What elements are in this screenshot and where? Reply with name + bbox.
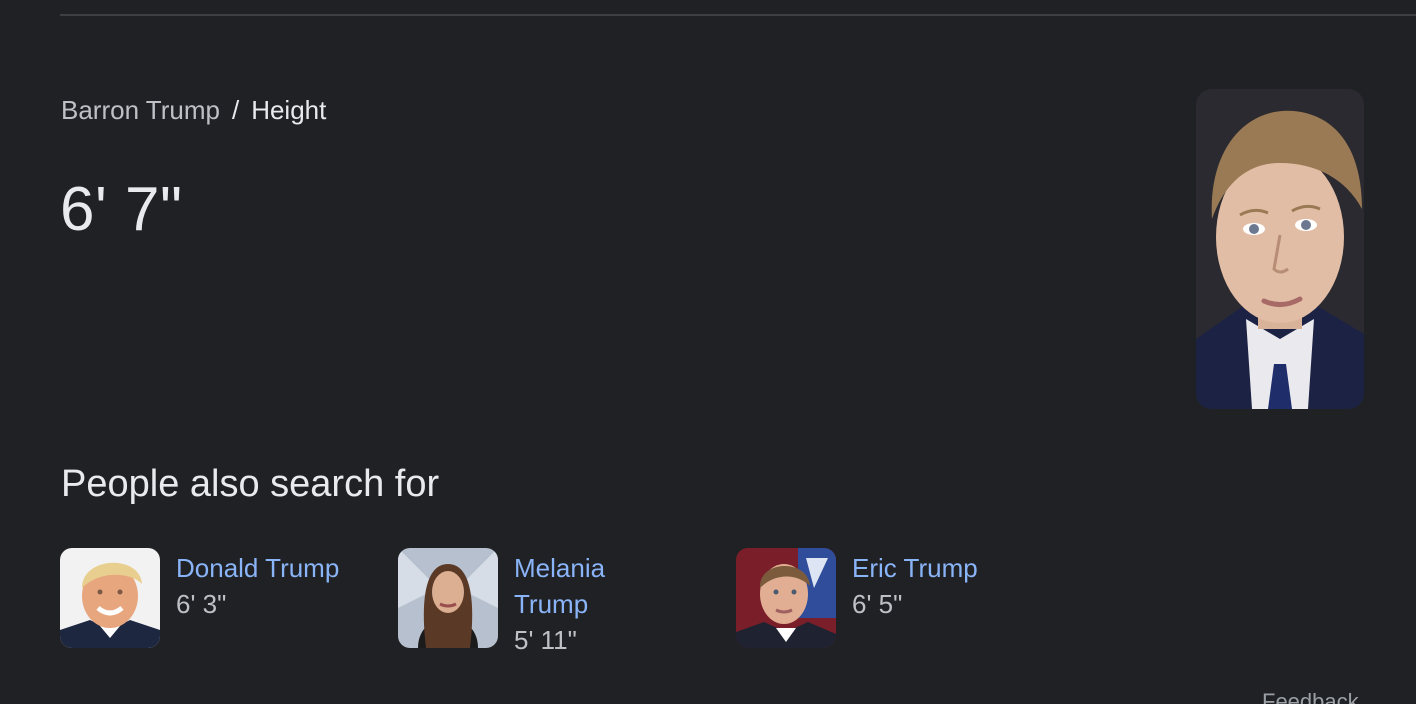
person-thumbnail-icon[interactable] [60,548,160,648]
related-person-card[interactable]: Donald Trump 6' 3" [60,548,339,648]
height-answer: 6' 7" [60,175,183,244]
related-person-card[interactable]: Melania Trump 5' 11" [398,548,624,658]
breadcrumb-attribute: Height [251,95,327,125]
breadcrumb: Barron Trump / Height [61,94,326,126]
related-person-height: 6' 5" [852,589,903,619]
breadcrumb-entity[interactable]: Barron Trump [61,95,220,125]
portrait-image[interactable] [1196,89,1364,409]
person-thumbnail-icon[interactable] [398,548,498,648]
related-person-height: 6' 3" [176,589,227,619]
related-person-name[interactable]: Donald Trump [176,550,339,586]
related-person-name[interactable]: Eric Trump [852,550,978,586]
top-divider [60,14,1416,16]
people-also-search-title: People also search for [61,463,440,505]
related-person-card[interactable]: Eric Trump 6' 5" [736,548,978,648]
person-portrait-icon [1196,89,1364,409]
related-person-height: 5' 11" [514,625,577,655]
person-thumbnail-icon[interactable] [736,548,836,648]
feedback-link[interactable]: Feedback [1262,688,1359,704]
breadcrumb-separator: / [231,95,240,125]
related-person-name[interactable]: Melania Trump [514,550,624,622]
knowledge-panel: Barron Trump / Height 6' 7" People also … [0,0,1416,704]
